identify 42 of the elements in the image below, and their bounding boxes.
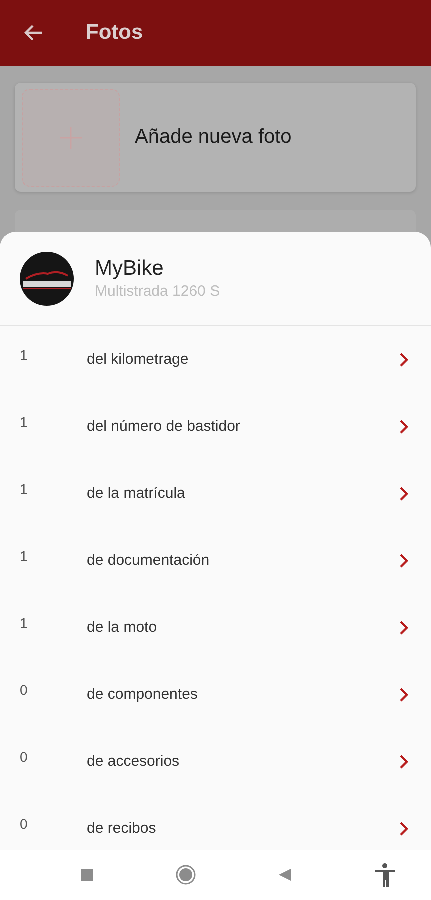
photo-category-item[interactable]: 1 de documentación xyxy=(0,527,431,594)
photo-category-item[interactable]: 1 de la matrícula xyxy=(0,460,431,527)
logo-icon xyxy=(20,252,74,306)
photo-count: 1 xyxy=(20,614,29,630)
photo-category-item[interactable]: 0 de accesorios xyxy=(0,728,431,795)
photo-count: 1 xyxy=(20,414,29,430)
chevron-right-icon xyxy=(399,620,409,636)
photo-category-item[interactable]: 1 del kilometrage xyxy=(0,326,431,393)
category-label: de accesorios xyxy=(87,753,181,770)
add-photo-card[interactable]: Añade nueva foto xyxy=(15,83,416,192)
chevron-right-icon xyxy=(399,754,409,770)
bike-name: MyBike xyxy=(95,257,165,281)
bike-model: Multistrada 1260 S xyxy=(95,283,220,300)
back-icon[interactable] xyxy=(278,868,292,882)
category-label: del kilometrage xyxy=(87,351,190,368)
photo-category-item[interactable]: 1 del número de bastidor xyxy=(0,393,431,460)
chevron-right-icon xyxy=(399,552,409,568)
photo-count: 1 xyxy=(20,548,29,564)
photo-count: 1 xyxy=(20,480,29,496)
home-icon[interactable] xyxy=(176,865,196,885)
chevron-right-icon xyxy=(399,418,409,434)
recents-icon[interactable] xyxy=(80,868,94,882)
screen-title: Fotos xyxy=(86,21,144,45)
category-label: de componentes xyxy=(87,686,199,703)
chevron-right-icon xyxy=(399,820,409,836)
photo-count: 0 xyxy=(20,748,29,764)
chevron-right-icon xyxy=(399,486,409,502)
photo-count: 0 xyxy=(20,816,29,832)
add-photo-label: Añade nueva foto xyxy=(135,126,292,149)
category-label: de la moto xyxy=(87,619,158,636)
photo-count: 0 xyxy=(20,682,29,698)
photo-category-item[interactable]: 0 de componentes xyxy=(0,661,431,728)
category-label: del número de bastidor xyxy=(87,418,242,435)
chevron-right-icon xyxy=(399,352,409,368)
chevron-right-icon xyxy=(399,686,409,702)
photo-count: 1 xyxy=(20,346,29,362)
photo-category-item[interactable]: 0 de recibos xyxy=(0,795,431,850)
accessibility-icon[interactable] xyxy=(374,863,396,887)
category-label: de la matrícula xyxy=(87,485,186,502)
photo-category-item[interactable]: 1 de la moto xyxy=(0,594,431,661)
category-label: de documentación xyxy=(87,552,211,569)
category-label: de recibos xyxy=(87,820,158,837)
